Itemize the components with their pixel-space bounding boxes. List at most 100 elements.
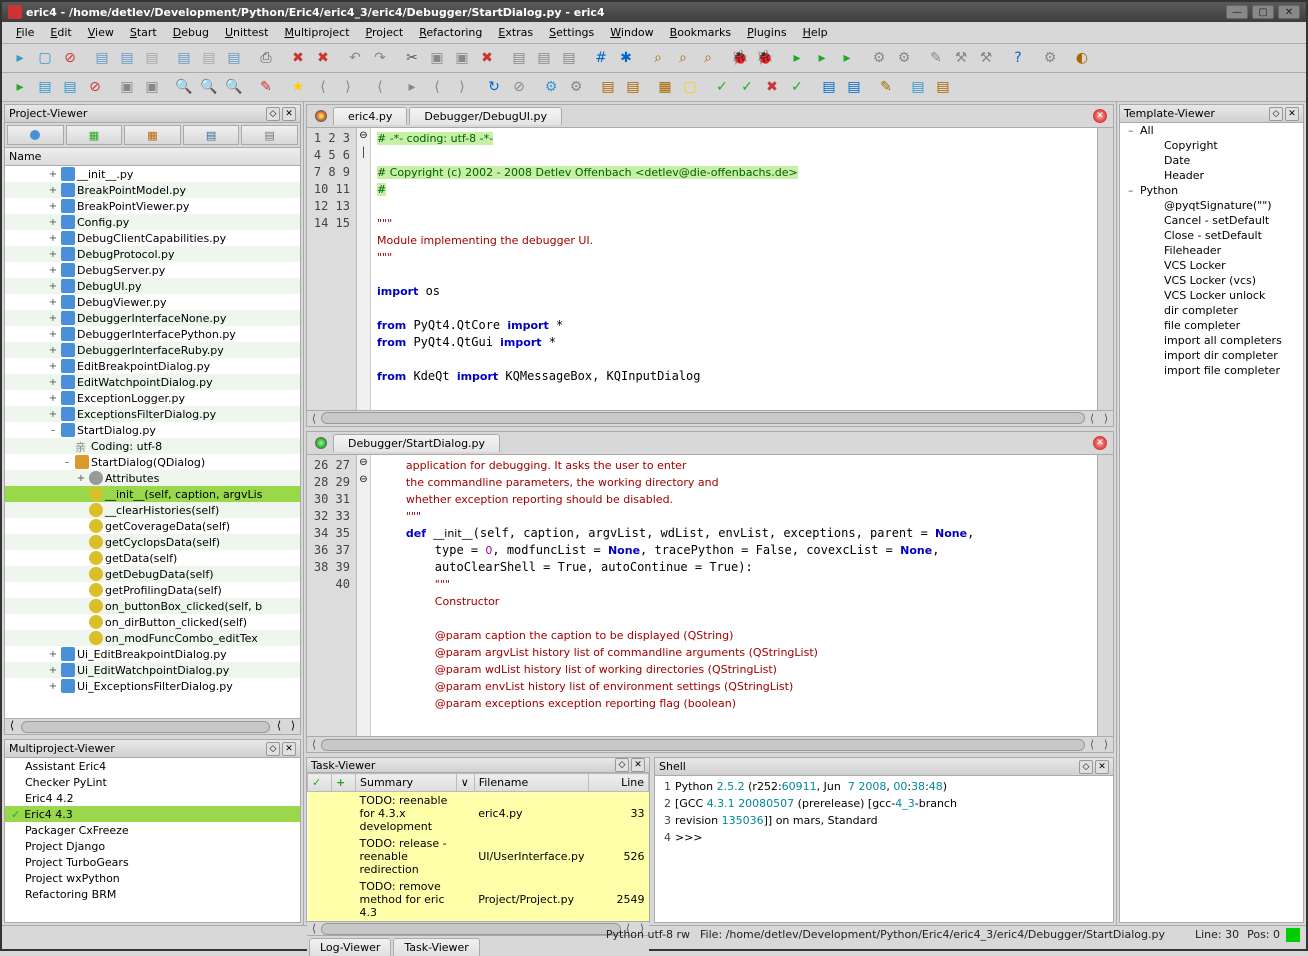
toolbar-button[interactable]: ⟨: [311, 75, 335, 99]
bottom-tab-task[interactable]: Task-Viewer: [393, 938, 479, 956]
tree-row[interactable]: +Ui_ExceptionsFilterDialog.py: [5, 678, 300, 694]
template-item[interactable]: Close - setDefault: [1120, 228, 1303, 243]
code-area[interactable]: # -*- coding: utf-8 -*- # Copyright (c) …: [371, 128, 1097, 410]
tree-row[interactable]: +DebugClientCapabilities.py: [5, 230, 300, 246]
template-tree[interactable]: –AllCopyrightDateHeader–Python@pyqtSigna…: [1120, 123, 1303, 922]
tree-row[interactable]: 亲Coding: utf-8: [5, 438, 300, 454]
toolbar-button[interactable]: ⚒: [949, 46, 973, 70]
vscrollbar[interactable]: [1097, 455, 1113, 737]
template-item[interactable]: dir completer: [1120, 303, 1303, 318]
toolbar-button[interactable]: ⌕: [671, 46, 695, 70]
list-item[interactable]: Checker PyLint: [5, 774, 300, 790]
project-tree[interactable]: +__init__.py+BreakPointModel.py+BreakPoi…: [5, 166, 300, 718]
panel-close-icon[interactable]: ✕: [631, 758, 645, 772]
toolbar-button[interactable]: ▸: [810, 46, 834, 70]
toolbar-button[interactable]: ⊘: [58, 46, 82, 70]
toolbar-button[interactable]: ⟨: [368, 75, 392, 99]
close-button[interactable]: ✕: [1278, 5, 1300, 19]
toolbar-button[interactable]: ✓: [785, 75, 809, 99]
tree-row[interactable]: getProfilingData(self): [5, 582, 300, 598]
task-col-sort[interactable]: ∨: [456, 774, 474, 792]
fold-column[interactable]: ⊖ ⊖: [357, 455, 371, 737]
toolbar-button[interactable]: ⟩: [336, 75, 360, 99]
toolbar-button[interactable]: 🔍: [172, 75, 196, 99]
toolbar-button[interactable]: ▤: [557, 46, 581, 70]
expand-icon[interactable]: +: [47, 217, 59, 228]
expand-icon[interactable]: +: [47, 313, 59, 324]
panel-float-icon[interactable]: ◇: [1269, 107, 1283, 121]
toolbar-button[interactable]: ⚒: [974, 46, 998, 70]
toolbar-button[interactable]: ▤: [931, 75, 955, 99]
template-item[interactable]: VCS Locker (vcs): [1120, 273, 1303, 288]
toolbar-button[interactable]: ▤: [507, 46, 531, 70]
toolbar-button[interactable]: ↷: [368, 46, 392, 70]
panel-close-icon[interactable]: ✕: [1095, 760, 1109, 774]
tree-row[interactable]: +DebugServer.py: [5, 262, 300, 278]
project-tab-others[interactable]: ▤: [241, 125, 298, 145]
menu-unittest[interactable]: Unittest: [217, 24, 277, 41]
template-item[interactable]: import file completer: [1120, 363, 1303, 378]
toolbar-button[interactable]: ✓: [735, 75, 759, 99]
menu-debug[interactable]: Debug: [165, 24, 217, 41]
task-table[interactable]: ✓+Summary∨FilenameLine TODO: reenable fo…: [307, 773, 649, 921]
toolbar-button[interactable]: ↶: [343, 46, 367, 70]
toolbar-button[interactable]: ▤: [115, 46, 139, 70]
task-row[interactable]: TODO: reenable for 4.3.x developmenteric…: [308, 792, 649, 836]
toolbar-button[interactable]: ⎙: [254, 46, 278, 70]
toolbar-button[interactable]: ↻: [482, 75, 506, 99]
panel-float-icon[interactable]: ◇: [1079, 760, 1093, 774]
task-col-line[interactable]: Line: [589, 774, 649, 792]
task-row[interactable]: TODO: remove method for eric 4.3Project/…: [308, 878, 649, 921]
tree-row[interactable]: –StartDialog(QDialog): [5, 454, 300, 470]
toolbar-button[interactable]: ✓: [710, 75, 734, 99]
menu-help[interactable]: Help: [795, 24, 836, 41]
tree-row[interactable]: –StartDialog.py: [5, 422, 300, 438]
tree-row[interactable]: +EditBreakpointDialog.py: [5, 358, 300, 374]
tree-row[interactable]: +Attributes: [5, 470, 300, 486]
list-item[interactable]: Packager CxFreeze: [5, 822, 300, 838]
expand-icon[interactable]: +: [47, 345, 59, 356]
minimize-button[interactable]: —: [1226, 5, 1248, 19]
task-col-done[interactable]: ✓: [308, 774, 332, 792]
panel-float-icon[interactable]: ◇: [266, 742, 280, 756]
bottom-tab-log[interactable]: Log-Viewer: [309, 938, 391, 956]
task-hscroll[interactable]: ⟨⟨⟩: [307, 921, 649, 935]
expand-icon[interactable]: +: [47, 649, 59, 660]
tree-row[interactable]: +__init__.py: [5, 166, 300, 182]
panel-float-icon[interactable]: ◇: [266, 107, 280, 121]
toolbar-button[interactable]: ⟨: [425, 75, 449, 99]
toolbar-button[interactable]: ⚙: [892, 46, 916, 70]
tree-row[interactable]: +ExceptionsFilterDialog.py: [5, 406, 300, 422]
project-tab-translations[interactable]: ▤: [183, 125, 240, 145]
tree-row[interactable]: +DebugUI.py: [5, 278, 300, 294]
panel-close-icon[interactable]: ✕: [1285, 107, 1299, 121]
project-tab-resources[interactable]: ▦: [124, 125, 181, 145]
expand-icon[interactable]: +: [47, 201, 59, 212]
list-item[interactable]: Project wxPython: [5, 870, 300, 886]
toolbar-button[interactable]: ✱: [614, 46, 638, 70]
toolbar-button[interactable]: ▤: [172, 46, 196, 70]
template-item[interactable]: VCS Locker: [1120, 258, 1303, 273]
toolbar-button[interactable]: ⚙: [1038, 46, 1062, 70]
menu-file[interactable]: File: [8, 24, 42, 41]
toolbar-button[interactable]: ▤: [842, 75, 866, 99]
template-item[interactable]: file completer: [1120, 318, 1303, 333]
tree-row[interactable]: +DebuggerInterfaceNone.py: [5, 310, 300, 326]
template-item[interactable]: –Python: [1120, 183, 1303, 198]
expand-icon[interactable]: +: [47, 249, 59, 260]
toolbar-button[interactable]: ▤: [90, 46, 114, 70]
toolbar-button[interactable]: ▤: [532, 46, 556, 70]
menu-window[interactable]: Window: [602, 24, 661, 41]
toolbar-button[interactable]: ⚙: [564, 75, 588, 99]
editor-close-icon[interactable]: ✕: [1093, 436, 1107, 450]
menu-project[interactable]: Project: [358, 24, 412, 41]
toolbar-button[interactable]: ⚙: [539, 75, 563, 99]
maximize-button[interactable]: ▢: [1252, 5, 1274, 19]
expand-icon[interactable]: +: [47, 281, 59, 292]
menu-settings[interactable]: Settings: [541, 24, 602, 41]
toolbar-button[interactable]: 🔍: [222, 75, 246, 99]
toolbar-button[interactable]: ⌕: [696, 46, 720, 70]
template-item[interactable]: Date: [1120, 153, 1303, 168]
toolbar-button[interactable]: ▸: [400, 75, 424, 99]
expand-icon[interactable]: –: [47, 425, 59, 436]
